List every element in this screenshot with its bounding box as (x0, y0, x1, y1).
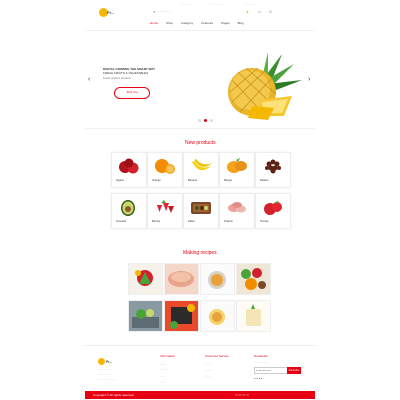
header-divider (85, 30, 315, 31)
nav-shop[interactable]: Shop (166, 21, 173, 25)
footer-logo-text[interactable]: Fr... (106, 360, 112, 364)
product-label: Raisins (260, 179, 269, 182)
search-placeholder: ··········· (157, 10, 170, 14)
recipe-tile[interactable] (200, 263, 235, 295)
footer-link[interactable]: ······· (160, 363, 166, 366)
product-label: Tomato (260, 220, 269, 223)
recipe-image (129, 264, 162, 294)
product-label: Dates (188, 220, 195, 223)
nav-pages[interactable]: Pages (221, 21, 230, 25)
nav-blog[interactable]: Blog (238, 21, 244, 25)
footer-address: ············ (98, 367, 110, 371)
new-products-title: New products (185, 140, 216, 146)
avocado-image (121, 200, 135, 216)
footer-col2-title: Customer Service (205, 354, 229, 358)
product-label: Avocado (116, 220, 127, 223)
footer-email: ··················· (98, 377, 117, 381)
cart-icon[interactable]: ⌂ (257, 9, 262, 14)
banana-image (192, 159, 212, 171)
hero-prev-arrow[interactable]: ‹ (88, 76, 90, 83)
recipe-tile[interactable] (236, 300, 271, 332)
nav-features[interactable]: Features (201, 21, 213, 25)
product-card-apples[interactable]: Apples (111, 152, 147, 188)
hero-description: Fresh organic produce (103, 76, 131, 80)
product-card-raisins[interactable]: Raisins (255, 152, 291, 188)
footer-link[interactable]: ····· (160, 375, 164, 378)
nav-category[interactable]: Category (181, 21, 193, 25)
product-card-berries[interactable]: Berries (147, 193, 183, 229)
recipe-image (201, 301, 234, 331)
main-nav: Home Shop Category Features Pages Blog (150, 21, 244, 25)
recipe-image (201, 264, 234, 294)
product-label: Orange (152, 179, 161, 182)
orange-image (155, 159, 175, 174)
prawns-image (228, 202, 246, 213)
recipes-title: Making recipes (183, 250, 217, 256)
raisins-image (265, 159, 281, 174)
recipe-image (129, 301, 162, 331)
product-card-dates[interactable]: Dates (183, 193, 219, 229)
hero-divider (85, 128, 315, 129)
user-icon[interactable]: ☺ (268, 9, 273, 14)
footer-link[interactable]: ······ (160, 381, 165, 384)
topbar-contact: ····· ········· (180, 3, 193, 6)
footer-link[interactable]: ······ (205, 375, 210, 378)
hero-pagination (198, 119, 213, 122)
dates-image (191, 202, 211, 214)
recipe-image (237, 301, 270, 331)
recipe-tile[interactable] (236, 263, 271, 295)
hero-shop-button[interactable]: Shop now (114, 87, 150, 99)
footer-link[interactable]: ········ (205, 369, 212, 372)
hero-next-arrow[interactable]: › (308, 76, 310, 83)
logo-text[interactable]: Fr... (107, 10, 114, 15)
recipe-image (165, 264, 198, 294)
footer-col3-title: Newsletter (254, 354, 269, 358)
footer-bottom-bar: Copyright © All rights reserved ▭ ▭ ▭ ▭ (85, 391, 315, 399)
product-label: Apples (116, 179, 124, 182)
product-card-banana[interactable]: Banana (183, 152, 219, 188)
footer-divider (85, 345, 315, 346)
phone-icon[interactable]: ● (245, 9, 250, 14)
newsletter-subscribe-button[interactable]: Subscribe (287, 367, 301, 374)
nav-home[interactable]: Home (150, 21, 158, 25)
recipe-tile[interactable] (128, 263, 163, 295)
recipe-tile[interactable] (164, 300, 199, 332)
recipe-image (237, 264, 270, 294)
social-icons[interactable]: ● ● ● ● (254, 377, 262, 380)
product-card-mango[interactable]: Mango (219, 152, 255, 188)
footer-link[interactable]: ······· (205, 363, 211, 366)
pineapple-image (228, 52, 302, 120)
berries-image (157, 200, 174, 213)
footer-link[interactable]: ········· (160, 368, 168, 371)
payment-icons: ▭ ▭ ▭ ▭ (235, 393, 249, 397)
hero-dot-active[interactable] (204, 119, 207, 122)
newsletter-email-input[interactable] (254, 367, 290, 374)
topbar-email: ····· ········· (210, 3, 223, 6)
tomato-image (264, 201, 282, 215)
product-label: Berries (152, 220, 161, 223)
recipe-tile[interactable] (164, 263, 199, 295)
hero-subheadline: FRESH FRUITS & VEGETABLES (103, 71, 149, 75)
footer-logo-icon[interactable] (98, 358, 105, 365)
product-label: Prawns (224, 220, 233, 223)
topbar-account[interactable]: ··· ····· ··· (244, 3, 255, 6)
newsletter-note: ················ (254, 361, 268, 364)
recipe-tile[interactable] (200, 300, 235, 332)
mango-image (227, 158, 247, 173)
apple-image (119, 158, 139, 174)
product-card-tomato[interactable]: Tomato (255, 193, 291, 229)
product-card-prawns[interactable]: Prawns (219, 193, 255, 229)
product-label: Mango (224, 179, 232, 182)
product-card-avocado[interactable]: Avocado (111, 193, 147, 229)
hero-dot[interactable] (198, 119, 201, 122)
recipe-image (165, 301, 198, 331)
product-label: Banana (188, 179, 197, 182)
copyright-text: Copyright © All rights reserved (93, 393, 134, 397)
recipe-tile[interactable] (128, 300, 163, 332)
footer-phone: ·············· (98, 372, 112, 376)
footer-col1-title: Information (160, 354, 176, 358)
hero-dot[interactable] (210, 119, 213, 122)
product-card-orange[interactable]: Orange (147, 152, 183, 188)
